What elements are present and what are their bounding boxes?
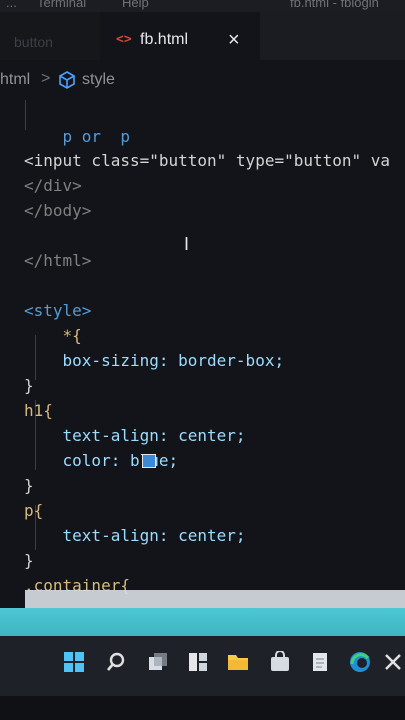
hover-tooltip	[25, 590, 405, 608]
close-icon[interactable]: ×	[228, 29, 240, 52]
code-line: </html>	[24, 251, 92, 270]
breadcrumb-item-style[interactable]: style	[82, 71, 115, 89]
breadcrumb-item-html[interactable]: html	[0, 71, 30, 89]
menu-item-terminal[interactable]: Terminal	[37, 0, 86, 10]
indent-guide	[25, 100, 26, 130]
code-line: </body>	[24, 201, 92, 220]
color-swatch-icon[interactable]	[142, 454, 156, 468]
code-line: *{	[24, 326, 82, 345]
close-icon[interactable]	[382, 648, 404, 676]
tab-label: button	[14, 34, 53, 50]
store-icon[interactable]	[266, 648, 294, 676]
file-explorer-icon[interactable]	[224, 648, 252, 676]
code-editor[interactable]: p or p <input class="button" type="butto…	[0, 100, 405, 600]
tab-bar: button <> fb.html ×	[0, 12, 405, 60]
cube-icon	[59, 71, 75, 89]
code-line: }	[24, 476, 34, 495]
menu-item-help[interactable]: Help	[122, 0, 149, 10]
code-line: }	[24, 551, 34, 570]
code-line: text-align: center;	[24, 526, 246, 545]
notepad-icon[interactable]	[306, 648, 334, 676]
breadcrumb: html > style	[0, 60, 405, 100]
code-line: p{	[24, 501, 44, 520]
tab-fb-html[interactable]: <> fb.html ×	[100, 12, 260, 60]
tab-label: fb.html	[140, 31, 189, 48]
task-view-icon[interactable]	[144, 648, 172, 676]
text-cursor-icon: I	[184, 234, 190, 254]
window-title: fb.html - fblogin	[290, 0, 379, 10]
code-line: p or p	[24, 127, 130, 146]
code-line: text-align: center;	[24, 426, 246, 445]
code-line: <input class="button" type="button" va	[24, 151, 391, 170]
menu-item-hidden[interactable]: ...	[6, 0, 17, 10]
code-line: box-sizing: border-box;	[24, 351, 285, 370]
widgets-icon[interactable]	[184, 648, 212, 676]
breadcrumb-separator: >	[41, 70, 51, 87]
taskbar-icons	[0, 636, 405, 696]
code-line: <style>	[24, 301, 92, 320]
code-line: </div>	[24, 176, 82, 195]
edge-icon[interactable]	[346, 648, 374, 676]
taskbar	[0, 608, 405, 720]
windows-start-icon[interactable]	[60, 648, 88, 676]
html-file-icon: <>	[116, 32, 132, 47]
tab-button[interactable]: button	[0, 12, 100, 60]
code-line: }	[24, 376, 34, 395]
code-line: h1{	[24, 401, 53, 420]
menu-bar: ... Terminal Help fb.html - fblogin	[0, 0, 405, 12]
search-icon[interactable]	[102, 648, 130, 676]
